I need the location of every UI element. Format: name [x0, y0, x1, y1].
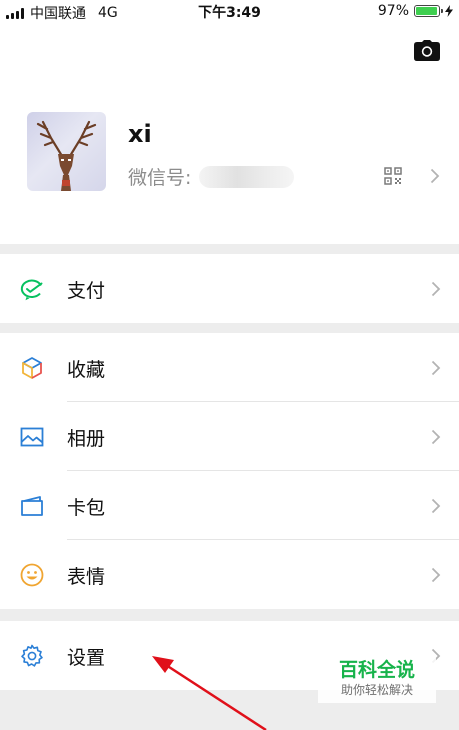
- annotation-arrow: [152, 656, 267, 730]
